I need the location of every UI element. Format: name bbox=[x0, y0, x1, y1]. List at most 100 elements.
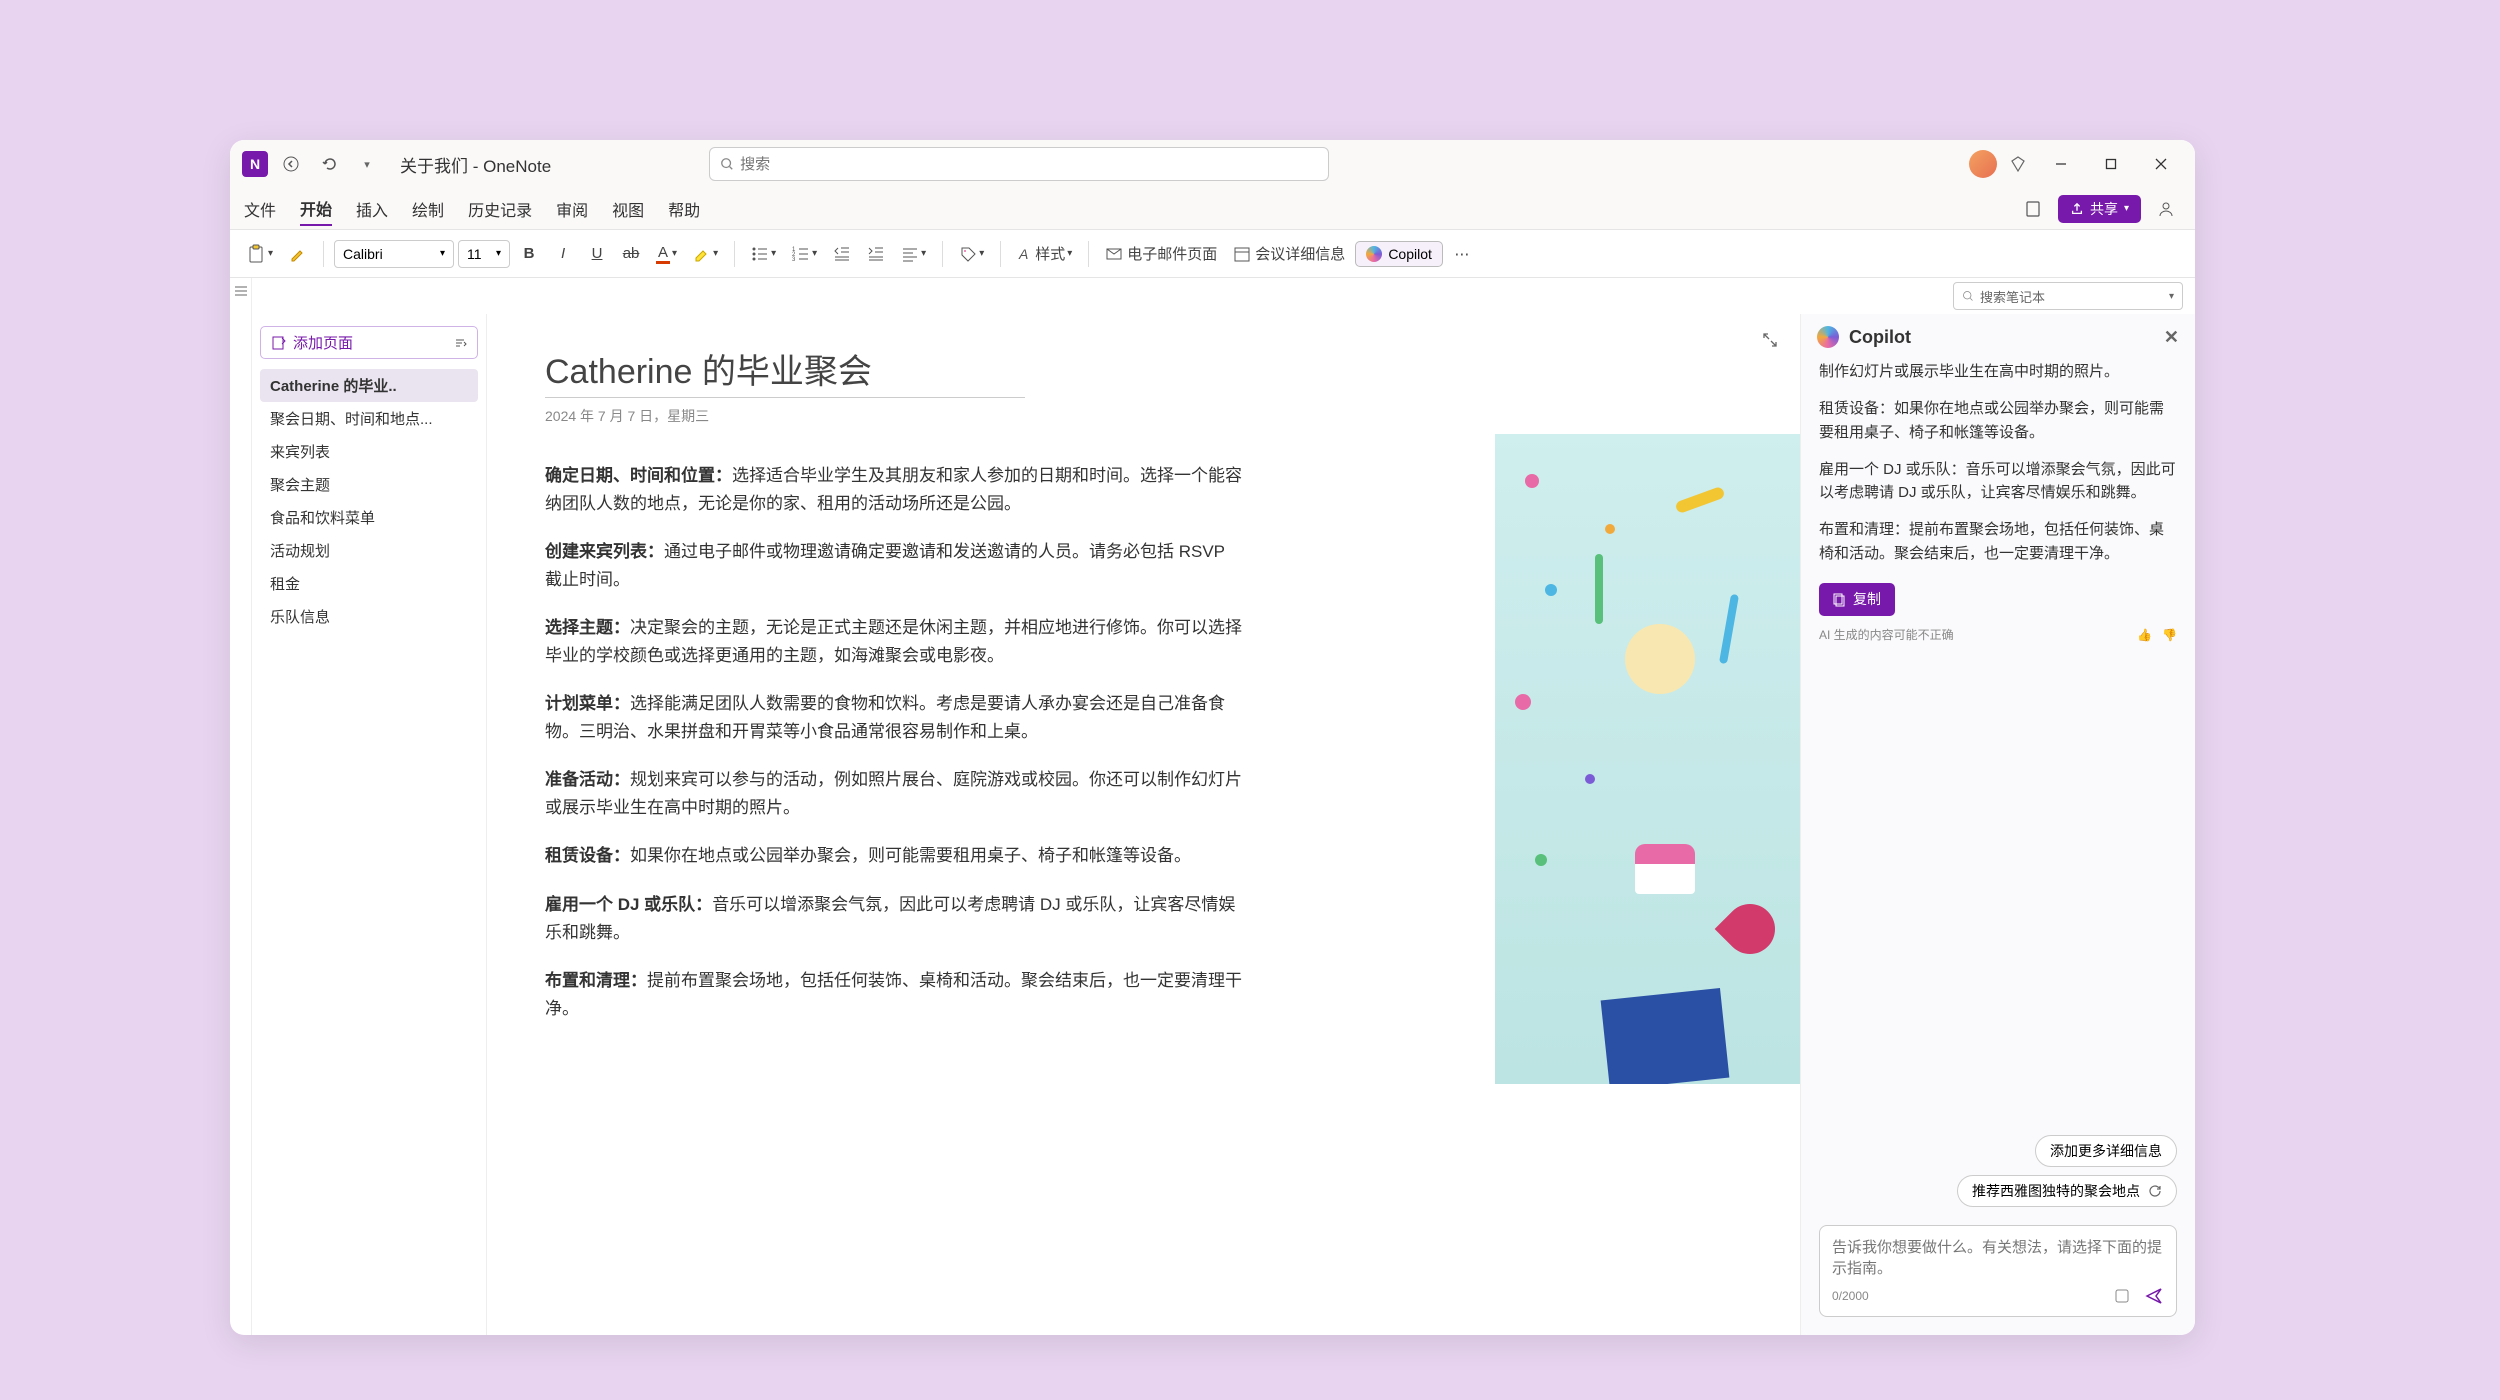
indent-button[interactable] bbox=[861, 237, 891, 271]
align-button[interactable]: ▾ bbox=[895, 237, 932, 271]
tab-insert[interactable]: 插入 bbox=[356, 193, 388, 225]
copilot-input[interactable]: 告诉我你想要做什么。有关想法，请选择下面的提示指南。 0/2000 bbox=[1819, 1225, 2177, 1317]
marker-icon bbox=[693, 245, 711, 263]
font-size-select[interactable]: 11▾ bbox=[458, 240, 510, 268]
font-family-select[interactable]: Calibri▾ bbox=[334, 240, 454, 268]
nav-rail[interactable] bbox=[230, 278, 252, 1335]
minimize-icon bbox=[2055, 158, 2067, 170]
suggestion-chip[interactable]: 推荐西雅图独特的聚会地点 bbox=[1957, 1175, 2177, 1207]
bullets-icon bbox=[751, 245, 769, 263]
note-paragraph[interactable]: 雇用一个 DJ 或乐队：音乐可以增添聚会气氛，因此可以考虑聘请 DJ 或乐队，让… bbox=[545, 891, 1245, 947]
notebook-search[interactable]: 搜索笔记本 ▾ bbox=[1953, 282, 2183, 310]
close-icon bbox=[2155, 158, 2167, 170]
tab-home[interactable]: 开始 bbox=[300, 192, 332, 226]
copilot-copy-button[interactable]: 复制 bbox=[1819, 583, 1895, 617]
note-paragraph[interactable]: 布置和清理：提前布置聚会场地，包括任何装饰、桌椅和活动。聚会结束后，也一定要清理… bbox=[545, 967, 1245, 1023]
svg-text:A: A bbox=[1018, 246, 1028, 262]
format-painter[interactable] bbox=[283, 237, 313, 271]
maximize-button[interactable] bbox=[2089, 148, 2133, 180]
copilot-input-placeholder: 告诉我你想要做什么。有关想法，请选择下面的提示指南。 bbox=[1832, 1236, 2164, 1280]
copilot-close-button[interactable]: ✕ bbox=[2164, 327, 2179, 348]
party-image[interactable] bbox=[1495, 434, 1800, 1084]
numbering-button[interactable]: 123▾ bbox=[786, 237, 823, 271]
undo-button[interactable] bbox=[314, 149, 344, 179]
note-paragraph[interactable]: 准备活动：规划来宾可以参与的活动，例如照片展台、庭院游戏或校园。你还可以制作幻灯… bbox=[545, 766, 1245, 822]
note-title[interactable]: Catherine 的毕业聚会 bbox=[545, 344, 1770, 393]
prompt-guide-icon[interactable] bbox=[2114, 1288, 2130, 1304]
send-button[interactable] bbox=[2144, 1286, 2164, 1306]
note-date: 2024 年 7 月 7 日，星期三 bbox=[545, 406, 1770, 426]
styles-button[interactable]: A 样式▾ bbox=[1011, 237, 1078, 271]
bold-button[interactable]: B bbox=[514, 237, 544, 271]
sort-icon[interactable] bbox=[453, 336, 467, 350]
copilot-msg: 租赁设备：如果你在地点或公园举办聚会，则可能需要租用桌子、椅子和帐篷等设备。 bbox=[1819, 397, 2177, 444]
tab-review[interactable]: 审阅 bbox=[556, 193, 588, 225]
tag-button[interactable]: ▾ bbox=[953, 237, 990, 271]
search-icon bbox=[720, 157, 734, 171]
page-list-item[interactable]: 租金 bbox=[260, 567, 478, 600]
note-paragraph[interactable]: 创建来宾列表：通过电子邮件或物理邀请确定要邀请和发送邀请的人员。请务必包括 RS… bbox=[545, 538, 1245, 594]
font-color-button[interactable]: A▾ bbox=[650, 237, 683, 271]
diamond-icon bbox=[2009, 155, 2027, 173]
underline-button[interactable]: U bbox=[582, 237, 612, 271]
page-list-item[interactable]: 活动规划 bbox=[260, 534, 478, 567]
user-avatar[interactable] bbox=[1969, 150, 1997, 178]
ribbon-tabs: 文件 开始 插入 绘制 历史记录 审阅 视图 帮助 共享 ▾ bbox=[230, 188, 2195, 230]
thumbs-down-button[interactable]: 👎 bbox=[2162, 626, 2177, 645]
tab-file[interactable]: 文件 bbox=[244, 193, 276, 225]
ribbon-copilot-button[interactable]: Copilot bbox=[1355, 241, 1443, 267]
ribbon-overflow[interactable]: ⋯ bbox=[1447, 237, 1477, 271]
note-body[interactable]: 确定日期、时间和位置：选择适合毕业学生及其朋友和家人参加的日期和时间。选择一个能… bbox=[545, 462, 1245, 1023]
paste-button[interactable]: ▾ bbox=[240, 237, 279, 271]
copilot-icon bbox=[1366, 246, 1382, 262]
page-list-item[interactable]: 来宾列表 bbox=[260, 435, 478, 468]
notes-mode-button[interactable] bbox=[2018, 194, 2048, 224]
back-button[interactable] bbox=[276, 149, 306, 179]
page-list-item[interactable]: Catherine 的毕业.. bbox=[260, 369, 478, 402]
chevron-down-icon: ▾ bbox=[2124, 203, 2129, 214]
tab-help[interactable]: 帮助 bbox=[668, 193, 700, 225]
tab-view[interactable]: 视图 bbox=[612, 193, 644, 225]
strikethrough-button[interactable]: ab bbox=[616, 237, 646, 271]
page-list-item[interactable]: 聚会日期、时间和地点... bbox=[260, 402, 478, 435]
meeting-details-button[interactable]: 会议详细信息 bbox=[1227, 237, 1351, 271]
app-window: N ▾ 关于我们 - OneNote bbox=[230, 140, 2195, 1335]
add-page-button[interactable]: 添加页面 bbox=[260, 326, 478, 359]
premium-icon[interactable] bbox=[2003, 149, 2033, 179]
global-search-input[interactable] bbox=[740, 156, 1318, 173]
note-paragraph[interactable]: 确定日期、时间和位置：选择适合毕业学生及其朋友和家人参加的日期和时间。选择一个能… bbox=[545, 462, 1245, 518]
fullscreen-button[interactable] bbox=[1762, 332, 1778, 348]
qat-dropdown[interactable]: ▾ bbox=[352, 149, 382, 179]
copilot-conversation[interactable]: 制作幻灯片或展示毕业生在高中时期的照片。 租赁设备：如果你在地点或公园举办聚会，… bbox=[1801, 360, 2195, 1127]
bullets-button[interactable]: ▾ bbox=[745, 237, 782, 271]
copilot-header: Copilot ✕ bbox=[1801, 314, 2195, 360]
thumbs-up-button[interactable]: 👍 bbox=[2137, 626, 2152, 645]
email-page-button[interactable]: 电子邮件页面 bbox=[1099, 237, 1223, 271]
page-list-item[interactable]: 聚会主题 bbox=[260, 468, 478, 501]
close-button[interactable] bbox=[2139, 148, 2183, 180]
note-paragraph[interactable]: 选择主题：决定聚会的主题，无论是正式主题还是休闲主题，并相应地进行修饰。你可以选… bbox=[545, 614, 1245, 670]
highlight-button[interactable]: ▾ bbox=[687, 237, 724, 271]
title-underline bbox=[545, 397, 1025, 398]
new-page-icon bbox=[271, 335, 287, 351]
page-list-item[interactable]: 乐队信息 bbox=[260, 600, 478, 633]
titlebar: N ▾ 关于我们 - OneNote bbox=[230, 140, 2195, 188]
share-button[interactable]: 共享 ▾ bbox=[2058, 195, 2141, 223]
note-paragraph[interactable]: 计划菜单：选择能满足团队人数需要的食物和饮料。考虑是要请人承办宴会还是自己准备食… bbox=[545, 690, 1245, 746]
page-icon bbox=[2024, 200, 2042, 218]
page-list-item[interactable]: 食品和饮料菜单 bbox=[260, 501, 478, 534]
suggestion-chip[interactable]: 添加更多详细信息 bbox=[2035, 1135, 2177, 1167]
comments-button[interactable] bbox=[2151, 194, 2181, 224]
tab-history[interactable]: 历史记录 bbox=[468, 193, 532, 225]
tab-draw[interactable]: 绘制 bbox=[412, 193, 444, 225]
calendar-icon bbox=[1233, 245, 1251, 263]
email-icon bbox=[1105, 245, 1123, 263]
note-canvas[interactable]: Catherine 的毕业聚会 2024 年 7 月 7 日，星期三 确定日期、… bbox=[487, 314, 1800, 1335]
italic-button[interactable]: I bbox=[548, 237, 578, 271]
global-search[interactable] bbox=[709, 147, 1329, 181]
note-paragraph[interactable]: 租赁设备：如果你在地点或公园举办聚会，则可能需要租用桌子、椅子和帐篷等设备。 bbox=[545, 842, 1245, 870]
outdent-button[interactable] bbox=[827, 237, 857, 271]
copilot-suggestions: 添加更多详细信息 推荐西雅图独特的聚会地点 bbox=[1801, 1127, 2195, 1215]
copilot-msg: 制作幻灯片或展示毕业生在高中时期的照片。 bbox=[1819, 360, 2177, 383]
minimize-button[interactable] bbox=[2039, 148, 2083, 180]
